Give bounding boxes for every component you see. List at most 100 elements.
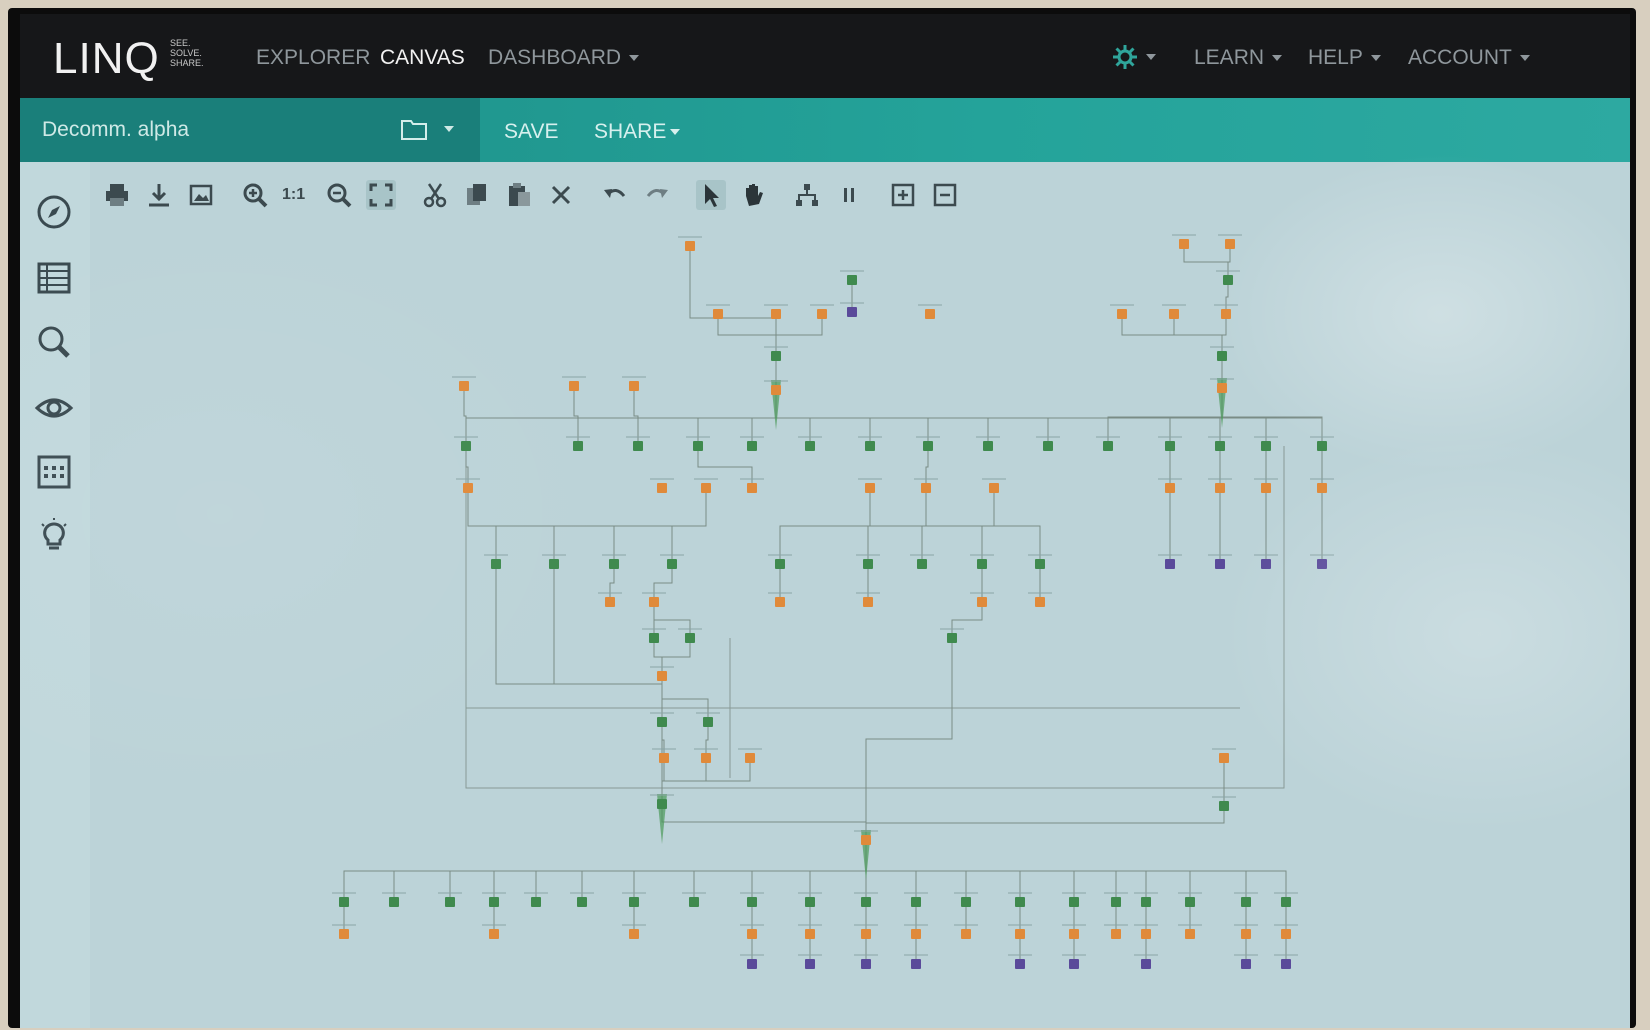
source-node[interactable] [771, 385, 781, 395]
nav-explorer[interactable]: EXPLORER [256, 46, 370, 70]
grid-tool[interactable] [34, 452, 74, 492]
process-node[interactable] [1317, 441, 1327, 451]
process-node[interactable] [685, 633, 695, 643]
process-node[interactable] [703, 717, 713, 727]
process-node[interactable] [491, 559, 501, 569]
source-node[interactable] [1281, 929, 1291, 939]
process-node[interactable] [863, 559, 873, 569]
process-node[interactable] [911, 897, 921, 907]
nav-help[interactable]: HELP [1308, 46, 1381, 70]
source-node[interactable] [339, 929, 349, 939]
source-node[interactable] [865, 483, 875, 493]
process-node[interactable] [389, 897, 399, 907]
select-tool-button[interactable] [696, 180, 726, 210]
process-node[interactable] [629, 897, 639, 907]
source-node[interactable] [1169, 309, 1179, 319]
sink-node[interactable] [1261, 559, 1271, 569]
source-node[interactable] [629, 381, 639, 391]
sink-node[interactable] [747, 959, 757, 969]
source-node[interactable] [463, 483, 473, 493]
nav-dashboard[interactable]: DASHBOARD [488, 46, 640, 70]
process-node[interactable] [977, 559, 987, 569]
source-node[interactable] [605, 597, 615, 607]
source-node[interactable] [1219, 753, 1229, 763]
print-button[interactable] [102, 180, 132, 210]
source-node[interactable] [701, 753, 711, 763]
hierarchy-layout-button[interactable] [792, 180, 822, 210]
process-node[interactable] [689, 897, 699, 907]
process-node[interactable] [1069, 897, 1079, 907]
zoom-in-button[interactable] [240, 180, 270, 210]
process-node[interactable] [1141, 897, 1151, 907]
process-node[interactable] [577, 897, 587, 907]
source-node[interactable] [771, 309, 781, 319]
process-node[interactable] [549, 559, 559, 569]
process-node[interactable] [805, 897, 815, 907]
save-button[interactable]: SAVE [504, 120, 558, 144]
source-node[interactable] [649, 597, 659, 607]
source-node[interactable] [977, 597, 987, 607]
process-node[interactable] [771, 351, 781, 361]
process-node[interactable] [667, 559, 677, 569]
nav-learn[interactable]: LEARN [1194, 46, 1283, 70]
process-node[interactable] [775, 559, 785, 569]
process-node[interactable] [693, 441, 703, 451]
settings-menu[interactable] [1112, 44, 1156, 70]
source-node[interactable] [1185, 929, 1195, 939]
source-node[interactable] [569, 381, 579, 391]
source-node[interactable] [1015, 929, 1025, 939]
process-node[interactable] [861, 897, 871, 907]
source-node[interactable] [489, 929, 499, 939]
undo-button[interactable] [600, 180, 630, 210]
source-node[interactable] [657, 483, 667, 493]
sink-node[interactable] [805, 959, 815, 969]
source-node[interactable] [747, 483, 757, 493]
copy-button[interactable] [462, 180, 492, 210]
process-node[interactable] [1035, 559, 1045, 569]
process-node[interactable] [1219, 801, 1229, 811]
sink-node[interactable] [911, 959, 921, 969]
delete-button[interactable] [546, 180, 576, 210]
process-node[interactable] [747, 897, 757, 907]
process-node[interactable] [1217, 351, 1227, 361]
process-node[interactable] [633, 441, 643, 451]
sink-node[interactable] [1165, 559, 1175, 569]
process-node[interactable] [657, 799, 667, 809]
diagram-canvas[interactable] [90, 218, 1630, 1028]
source-node[interactable] [861, 929, 871, 939]
paste-button[interactable] [504, 180, 534, 210]
source-node[interactable] [817, 309, 827, 319]
source-node[interactable] [989, 483, 999, 493]
sink-node[interactable] [1241, 959, 1251, 969]
process-node[interactable] [983, 441, 993, 451]
source-node[interactable] [861, 835, 871, 845]
source-node[interactable] [911, 929, 921, 939]
process-node[interactable] [531, 897, 541, 907]
source-node[interactable] [1261, 483, 1271, 493]
source-node[interactable] [1317, 483, 1327, 493]
source-node[interactable] [1111, 929, 1121, 939]
source-node[interactable] [713, 309, 723, 319]
source-node[interactable] [1215, 483, 1225, 493]
source-node[interactable] [1217, 383, 1227, 393]
source-node[interactable] [1117, 309, 1127, 319]
process-node[interactable] [1015, 897, 1025, 907]
process-node[interactable] [609, 559, 619, 569]
process-node[interactable] [805, 441, 815, 451]
download-button[interactable] [144, 180, 174, 210]
source-node[interactable] [1141, 929, 1151, 939]
search-tool[interactable] [34, 322, 74, 362]
source-node[interactable] [747, 929, 757, 939]
dependency-graph[interactable] [90, 218, 1630, 1028]
process-node[interactable] [947, 633, 957, 643]
source-node[interactable] [629, 929, 639, 939]
sink-node[interactable] [1069, 959, 1079, 969]
process-node[interactable] [1111, 897, 1121, 907]
sink-node[interactable] [1215, 559, 1225, 569]
source-node[interactable] [1179, 239, 1189, 249]
process-node[interactable] [489, 897, 499, 907]
source-node[interactable] [1069, 929, 1079, 939]
navigate-tool[interactable] [34, 192, 74, 232]
process-node[interactable] [1241, 897, 1251, 907]
source-node[interactable] [659, 753, 669, 763]
